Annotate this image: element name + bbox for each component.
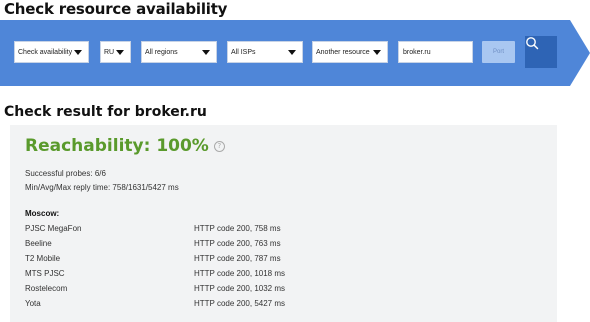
chevron-down-icon bbox=[116, 50, 124, 55]
result-row: Beeline HTTP code 200, 763 ms bbox=[25, 239, 545, 251]
chevron-down-icon bbox=[373, 50, 381, 55]
check-type-value: Check availability bbox=[18, 48, 73, 56]
country-select[interactable]: RU bbox=[100, 41, 131, 63]
region-select[interactable]: All regions bbox=[141, 41, 217, 63]
result-row: PJSC MegaFon HTTP code 200, 758 ms bbox=[25, 224, 545, 236]
result-title: Check result for broker.ru bbox=[4, 104, 207, 120]
isp-name: T2 Mobile bbox=[25, 254, 61, 263]
isp-value: All ISPs bbox=[231, 48, 256, 56]
result-row: MTS PJSC HTTP code 200, 1018 ms bbox=[25, 269, 545, 281]
search-button[interactable] bbox=[525, 36, 557, 68]
successful-probes: Successful probes: 6/6 bbox=[25, 169, 106, 178]
check-toolbar: Check availability RU All regions All IS… bbox=[0, 20, 590, 86]
result-row: Yota HTTP code 200, 5427 ms bbox=[25, 299, 545, 311]
reply-time: Min/Avg/Max reply time: 758/1631/5427 ms bbox=[25, 183, 179, 192]
isp-result: HTTP code 200, 5427 ms bbox=[194, 299, 286, 308]
isp-select[interactable]: All ISPs bbox=[227, 41, 303, 63]
isp-name: Yota bbox=[25, 299, 41, 308]
host-input-value: broker.ru bbox=[403, 48, 431, 56]
host-input[interactable]: broker.ru bbox=[398, 41, 473, 63]
isp-name: PJSC MegaFon bbox=[25, 224, 82, 233]
page-title: Check resource availability bbox=[4, 0, 228, 18]
isp-name: MTS PJSC bbox=[25, 269, 65, 278]
isp-name: Rostelecom bbox=[25, 284, 68, 293]
isp-result: HTTP code 200, 758 ms bbox=[194, 224, 281, 233]
region-label: Moscow: bbox=[25, 209, 60, 218]
resource-type-select[interactable]: Another resource bbox=[312, 41, 388, 63]
isp-result: HTTP code 200, 787 ms bbox=[194, 254, 281, 263]
isp-result: HTTP code 200, 763 ms bbox=[194, 239, 281, 248]
result-row: T2 Mobile HTTP code 200, 787 ms bbox=[25, 254, 545, 266]
region-value: All regions bbox=[145, 48, 178, 56]
result-panel: Reachability: 100% ? Successful probes: … bbox=[10, 125, 557, 322]
isp-result: HTTP code 200, 1018 ms bbox=[194, 269, 286, 278]
reachability-value: Reachability: 100% bbox=[25, 136, 209, 156]
chevron-down-icon bbox=[288, 50, 296, 55]
result-row: Rostelecom HTTP code 200, 1032 ms bbox=[25, 284, 545, 296]
help-icon[interactable]: ? bbox=[213, 140, 225, 152]
chevron-down-icon bbox=[74, 50, 82, 55]
country-value: RU bbox=[104, 48, 115, 56]
reachability-heading: Reachability: 100% ? bbox=[25, 136, 225, 156]
isp-result: HTTP code 200, 1032 ms bbox=[194, 284, 286, 293]
chevron-down-icon bbox=[202, 50, 210, 55]
check-type-select[interactable]: Check availability bbox=[14, 41, 89, 63]
search-icon bbox=[526, 37, 539, 50]
isp-name: Beeline bbox=[25, 239, 52, 248]
port-placeholder: Port bbox=[492, 49, 504, 55]
port-input[interactable]: Port bbox=[482, 41, 515, 63]
resource-type-value: Another resource bbox=[316, 48, 370, 56]
